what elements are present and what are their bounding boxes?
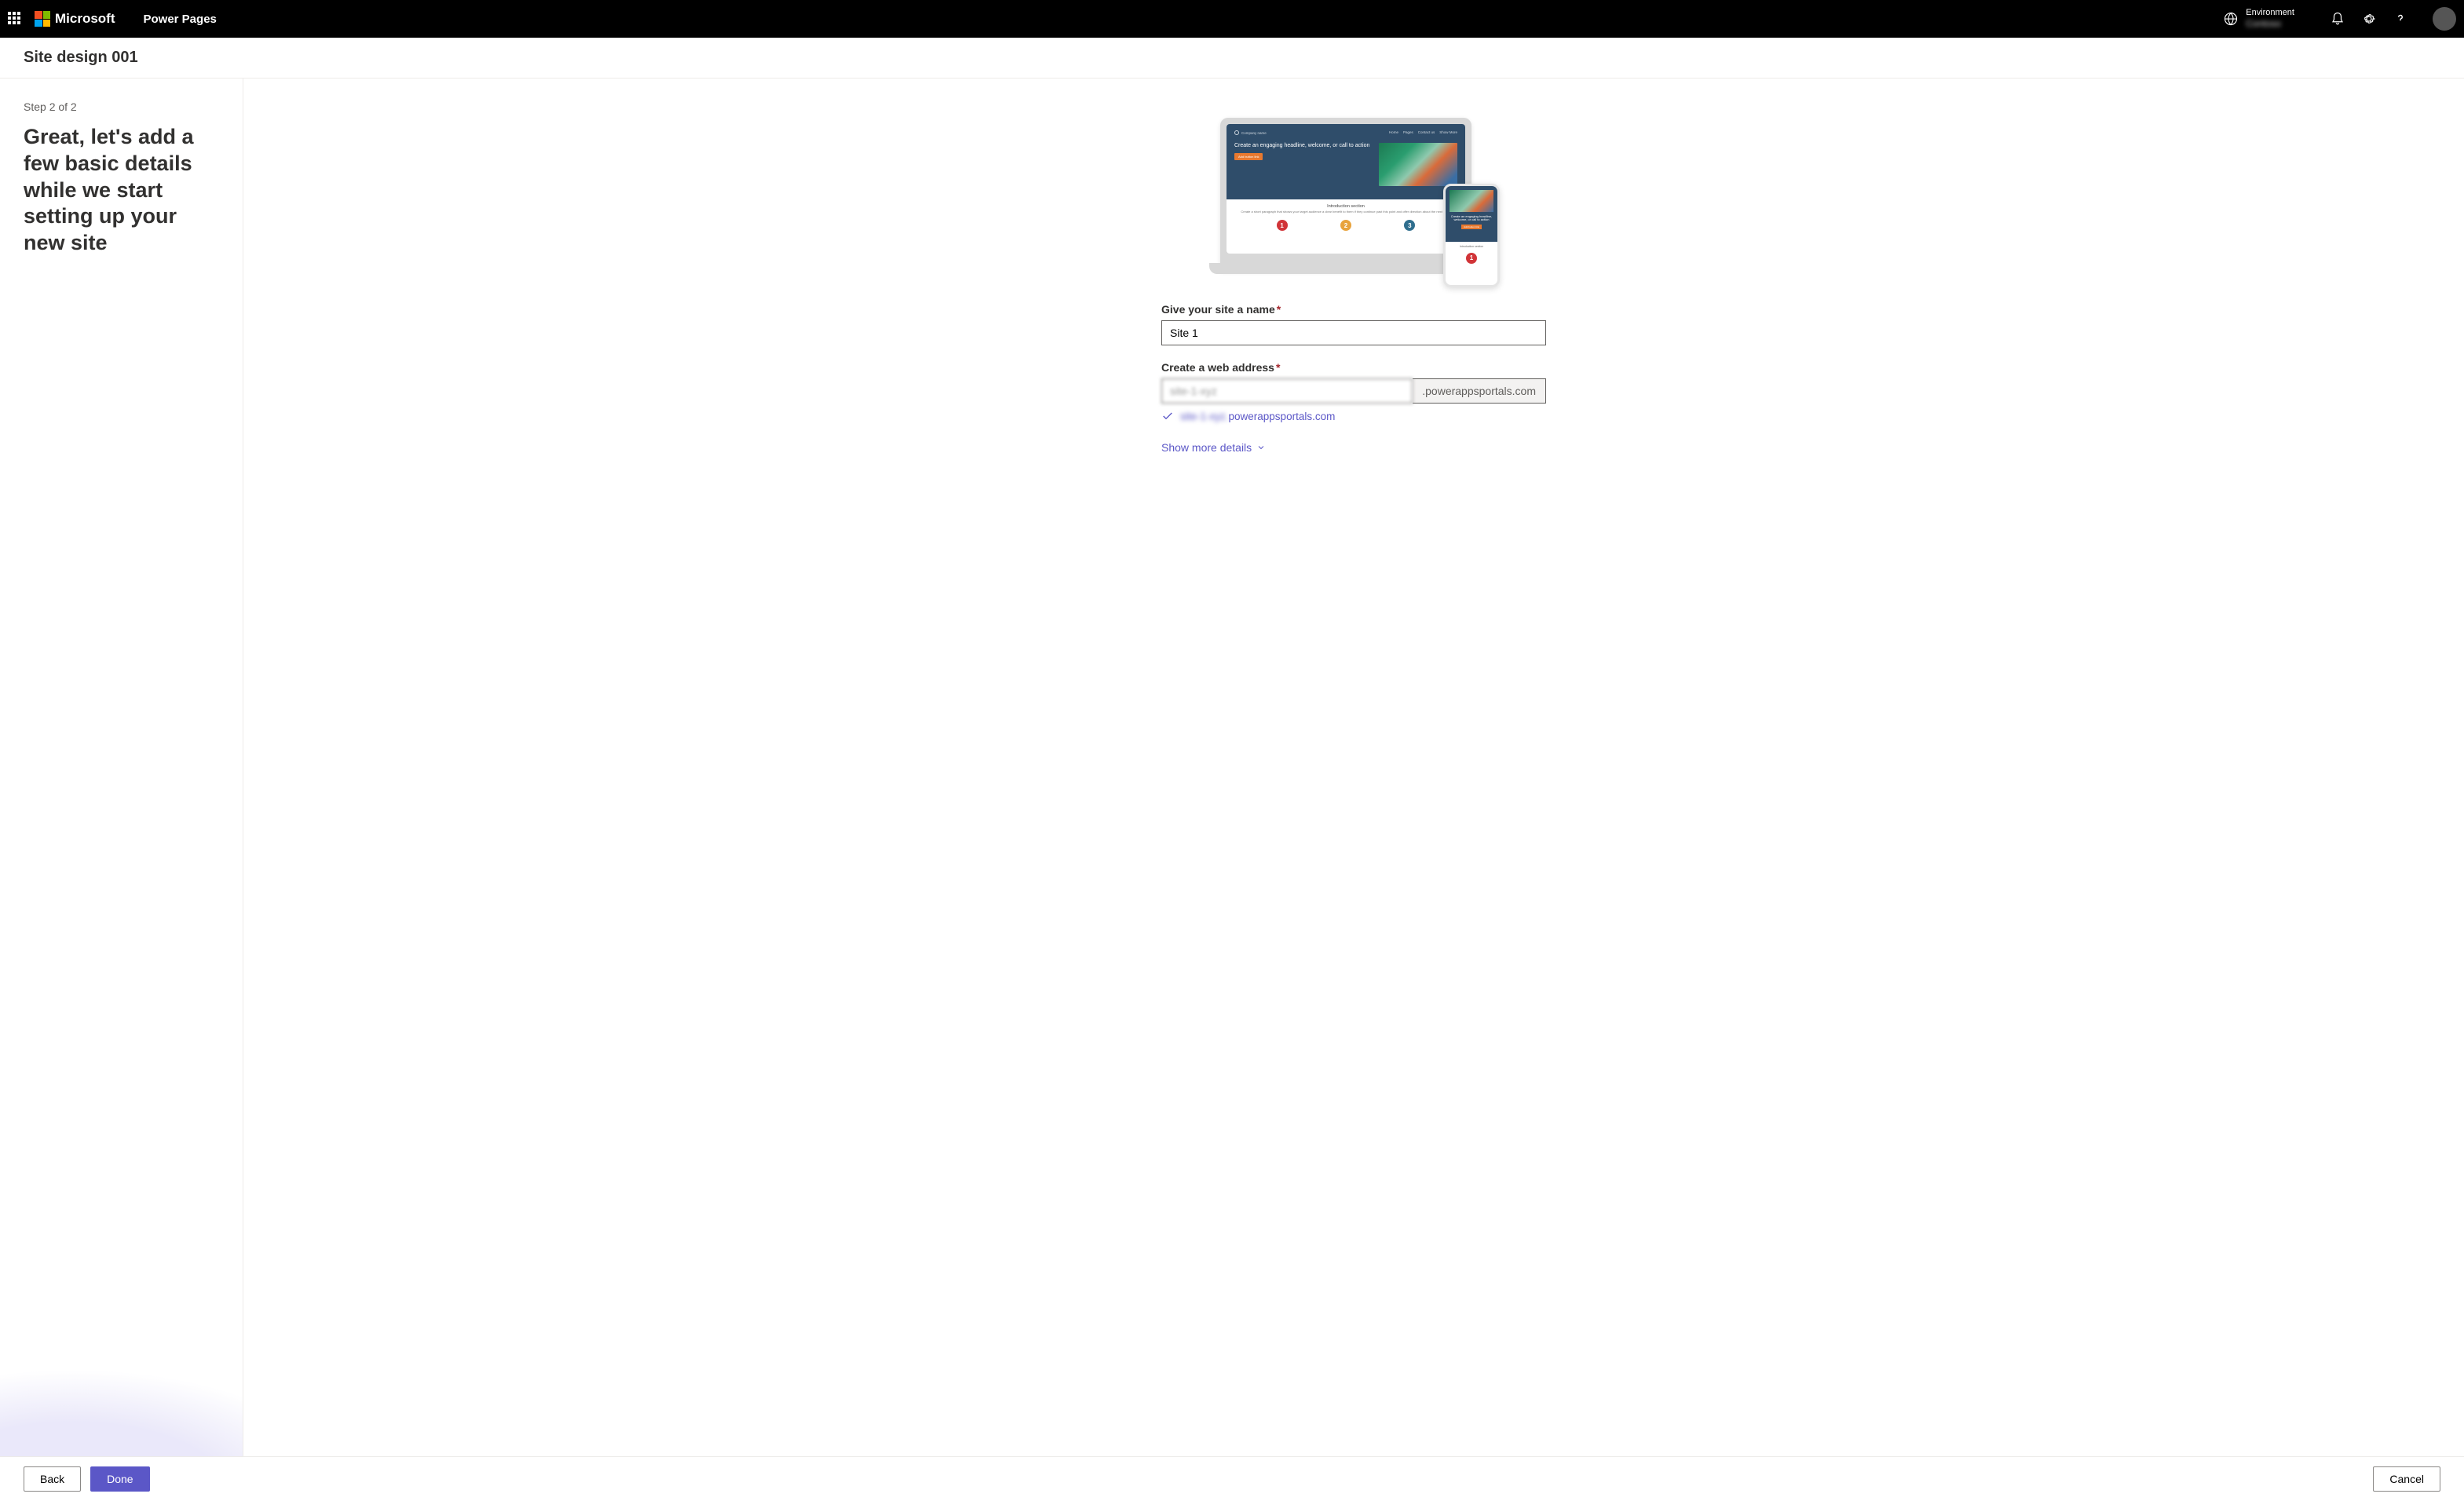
microsoft-logo: Microsoft xyxy=(35,11,115,27)
notifications-icon[interactable] xyxy=(2331,12,2345,26)
site-preview-illustration: Company name Home Pages Contact us Show … xyxy=(1212,110,1495,283)
preview-intro-body: Create a short paragraph that shows your… xyxy=(1236,210,1456,214)
preview-circle-3: 3 xyxy=(1404,220,1415,231)
help-icon[interactable] xyxy=(2393,12,2407,26)
preview-nav-pages: Pages xyxy=(1403,130,1413,135)
preview-cta: Add button link xyxy=(1234,153,1263,160)
product-name: Power Pages xyxy=(144,13,217,26)
phone-cta: Add button link xyxy=(1461,225,1482,229)
chevron-down-icon xyxy=(1256,443,1266,452)
checkmark-icon xyxy=(1161,410,1174,422)
phone-circle-1: 1 xyxy=(1466,253,1477,264)
environment-label: Environment xyxy=(2246,8,2294,18)
brand-text: Microsoft xyxy=(55,11,115,27)
preview-nav-more: Show More xyxy=(1439,130,1457,135)
wave-decoration xyxy=(0,1284,243,1456)
footer: Back Done Cancel xyxy=(0,1456,2464,1501)
preview-circle-2: 2 xyxy=(1340,220,1351,231)
right-panel: Company name Home Pages Contact us Show … xyxy=(243,79,2464,1456)
page-title: Site design 001 xyxy=(0,38,2464,79)
laptop-mock: Company name Home Pages Contact us Show … xyxy=(1220,118,1471,271)
preview-intro-title: Introduction section xyxy=(1327,204,1365,209)
step-title: Great, let's add a few basic details whi… xyxy=(24,124,219,257)
main-area: Step 2 of 2 Great, let's add a few basic… xyxy=(0,79,2464,1456)
cancel-button[interactable]: Cancel xyxy=(2373,1466,2440,1492)
left-panel: Step 2 of 2 Great, let's add a few basic… xyxy=(0,79,243,1456)
validated-url: site-1-xyz.powerappsportals.com xyxy=(1180,411,1335,422)
phone-mock: Create an engaging headline, welcome, or… xyxy=(1443,184,1500,287)
phone-intro-title: Introduction section xyxy=(1449,245,1494,248)
show-more-details-button[interactable]: Show more details xyxy=(1161,438,1266,457)
preview-nav-contact: Contact us xyxy=(1418,130,1435,135)
web-address-suffix: .powerappsportals.com xyxy=(1413,378,1546,404)
setup-form: Give your site a name* Create a web addr… xyxy=(1161,303,1546,457)
top-header: Microsoft Power Pages Environment Contos… xyxy=(0,0,2464,38)
site-name-label: Give your site a name* xyxy=(1161,303,1546,316)
web-address-input[interactable] xyxy=(1161,378,1413,404)
environment-name: Contoso xyxy=(2246,18,2294,29)
phone-headline: Create an engaging headline, welcome, or… xyxy=(1450,215,1493,222)
microsoft-logo-icon xyxy=(35,11,50,27)
preview-headline: Create an engaging headline, welcome, or… xyxy=(1234,143,1373,149)
settings-icon[interactable] xyxy=(2362,12,2376,26)
environment-selector[interactable]: Environment Contoso xyxy=(2224,8,2294,30)
web-address-label: Create a web address* xyxy=(1161,361,1546,374)
back-button[interactable]: Back xyxy=(24,1466,81,1492)
preview-hero-image xyxy=(1379,143,1457,186)
globe-icon xyxy=(2224,12,2238,26)
app-launcher-icon[interactable] xyxy=(8,12,22,26)
done-button[interactable]: Done xyxy=(90,1466,149,1492)
preview-nav-home: Home xyxy=(1389,130,1398,135)
preview-circle-1: 1 xyxy=(1277,220,1288,231)
user-avatar[interactable] xyxy=(2433,7,2456,31)
site-name-input[interactable] xyxy=(1161,320,1546,345)
preview-company: Company name xyxy=(1241,131,1267,135)
address-validation-row: site-1-xyz.powerappsportals.com xyxy=(1161,410,1546,422)
step-indicator: Step 2 of 2 xyxy=(24,100,219,113)
